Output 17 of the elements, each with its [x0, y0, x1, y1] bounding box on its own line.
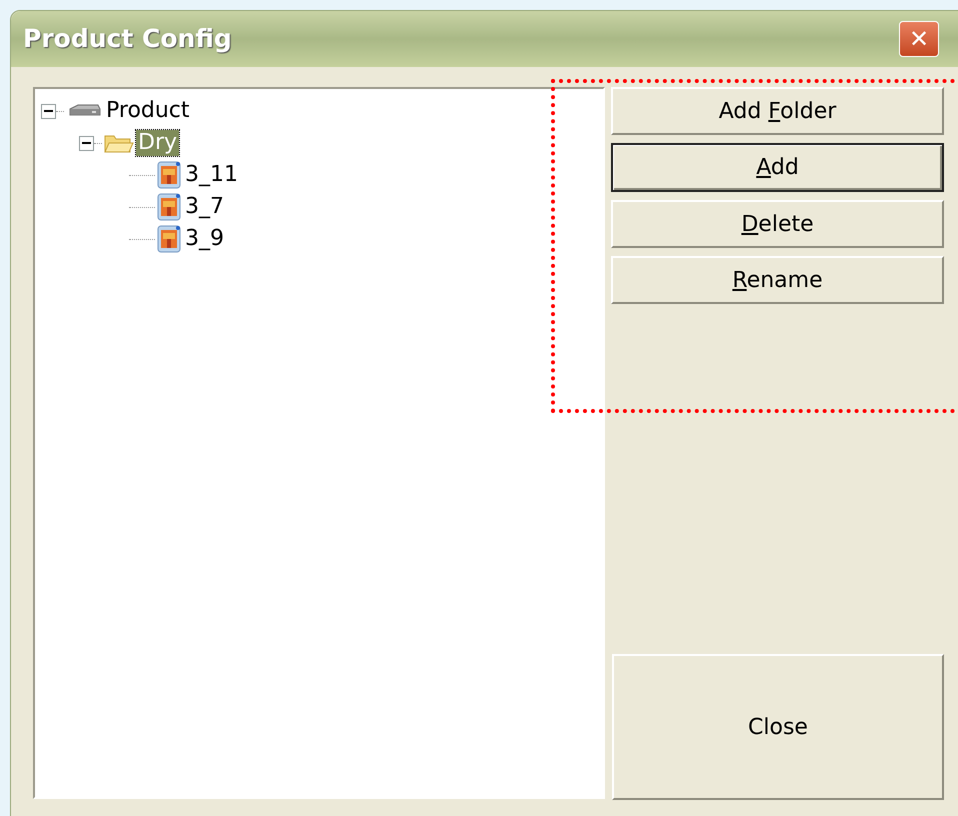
collapse-toggle[interactable] [41, 104, 56, 118]
tree-item[interactable]: 3_11 [183, 162, 240, 188]
collapse-toggle[interactable] [79, 136, 94, 150]
close-button[interactable]: Close [612, 654, 944, 800]
tree-item[interactable]: 3_7 [183, 194, 226, 220]
tree-item[interactable]: Product [104, 98, 192, 124]
document-icon [157, 193, 181, 221]
action-button[interactable]: Add Folder [611, 87, 944, 135]
tree-item[interactable]: 3_9 [183, 226, 226, 252]
window-title: Product Config [23, 23, 233, 56]
action-button[interactable]: Add [611, 143, 944, 192]
action-button[interactable]: Delete [611, 200, 944, 248]
tree-item[interactable]: Dry [136, 130, 180, 156]
action-button[interactable]: Rename [611, 256, 944, 304]
document-icon [157, 225, 181, 253]
close-button[interactable]: ✕ [899, 21, 939, 57]
document-icon [157, 161, 181, 189]
